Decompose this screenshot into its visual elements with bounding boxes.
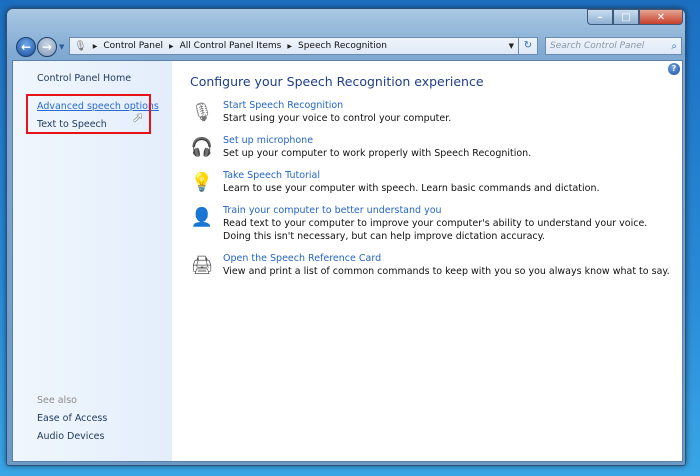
breadcrumb-separator[interactable]: ▶ — [287, 43, 292, 50]
back-arrow-icon: ← — [20, 40, 32, 54]
task-link[interactable]: Set up microphone — [223, 134, 673, 147]
headset-icon: 🎧 — [190, 136, 214, 158]
caption-buttons: – □ ✕ — [587, 9, 683, 25]
search-icon[interactable]: ⌕ — [671, 41, 677, 52]
refresh-button[interactable]: ↻ — [519, 37, 538, 55]
microphone-icon: 🎙 — [190, 101, 214, 123]
task-reference-card: 🖨 Open the Speech Reference Card View an… — [190, 252, 673, 278]
search-input[interactable]: Search Control Panel ⌕ — [545, 37, 682, 55]
task-link[interactable]: Open the Speech Reference Card — [223, 252, 673, 265]
breadcrumb-control-panel[interactable]: Control Panel — [103, 41, 163, 51]
task-description: Learn to use your computer with speech. … — [223, 183, 600, 194]
task-link[interactable]: Take Speech Tutorial — [223, 169, 673, 182]
breadcrumb-speech-recognition[interactable]: Speech Recognition — [298, 41, 387, 51]
maximize-button[interactable]: □ — [613, 9, 639, 25]
breadcrumb-separator[interactable]: ▶ — [169, 43, 174, 50]
main-panel: Configure your Speech Recognition experi… — [190, 74, 673, 287]
task-start-speech-recognition: 🎙 Start Speech Recognition Start using y… — [190, 99, 673, 125]
search-placeholder: Search Control Panel — [550, 41, 645, 51]
task-description: Set up your computer to work properly wi… — [223, 148, 532, 159]
navigation-buttons: ← → ▼ — [16, 37, 64, 57]
lightbulb-icon: 💡 — [190, 171, 214, 193]
page-title: Configure your Speech Recognition experi… — [190, 74, 484, 89]
printer-icon: 🖨 — [190, 254, 214, 276]
mouse-cursor-icon: ➚ — [132, 110, 144, 126]
task-train-computer: 👤 Train your computer to better understa… — [190, 204, 673, 243]
refresh-icon: ↻ — [523, 40, 533, 51]
content-area: Control Panel Home Advanced speech optio… — [12, 60, 683, 462]
task-speech-tutorial: 💡 Take Speech Tutorial Learn to use your… — [190, 169, 673, 195]
back-button[interactable]: ← — [16, 37, 36, 57]
task-description: Read text to your computer to improve yo… — [223, 218, 648, 242]
sidebar-ease-of-access[interactable]: Ease of Access — [37, 413, 107, 424]
user-icon: 👤 — [190, 206, 214, 228]
task-description: View and print a list of common commands… — [223, 266, 670, 277]
minimize-button[interactable]: – — [587, 9, 613, 25]
address-dropdown-icon[interactable]: ▼ — [509, 42, 514, 50]
microphone-icon: 🎙 — [74, 40, 87, 52]
task-link[interactable]: Start Speech Recognition — [223, 99, 673, 112]
see-also-label: See also — [37, 395, 77, 406]
address-bar[interactable]: 🎙 ▶ Control Panel ▶ All Control Panel It… — [69, 37, 519, 55]
breadcrumb-all-items[interactable]: All Control Panel Items — [180, 41, 282, 51]
close-button[interactable]: ✕ — [639, 9, 683, 25]
sidebar: Control Panel Home Advanced speech optio… — [13, 61, 172, 461]
task-set-up-microphone: 🎧 Set up microphone Set up your computer… — [190, 134, 673, 160]
forward-arrow-icon: → — [41, 40, 53, 54]
task-link[interactable]: Train your computer to better understand… — [223, 204, 673, 217]
breadcrumb-separator[interactable]: ▶ — [93, 43, 98, 50]
task-description: Start using your voice to control your c… — [223, 113, 452, 124]
sidebar-audio-devices[interactable]: Audio Devices — [37, 431, 104, 442]
window: – □ ✕ ← → ▼ 🎙 ▶ Control Panel ▶ All Cont… — [6, 8, 686, 466]
sidebar-control-panel-home[interactable]: Control Panel Home — [37, 73, 131, 84]
forward-button[interactable]: → — [37, 37, 57, 57]
recent-pages-dropdown[interactable]: ▼ — [59, 43, 64, 51]
